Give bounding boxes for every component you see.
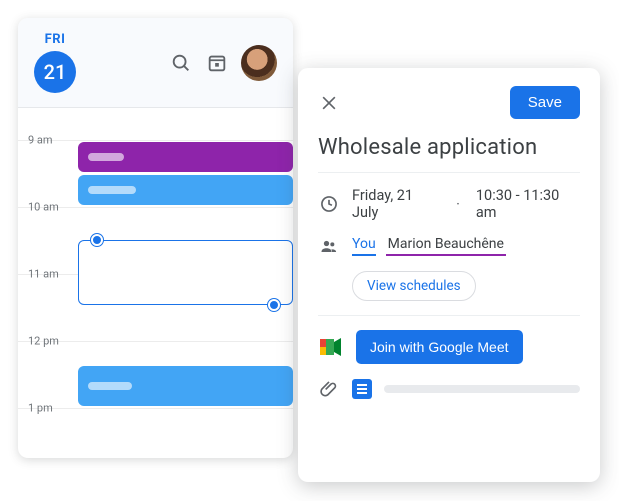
join-meet-button[interactable]: Join with Google Meet <box>356 330 523 364</box>
hour-label: 9 am <box>28 134 68 147</box>
divider <box>318 172 580 173</box>
hour-label: 11 am <box>28 268 68 281</box>
google-meet-icon <box>318 336 344 358</box>
guest-chips: You Marion Beauchêne <box>352 236 506 256</box>
calendar-event[interactable] <box>78 366 293 406</box>
search-icon[interactable] <box>169 51 193 75</box>
event-time-row[interactable]: Friday, 21 July · 10:30 - 11:30 am <box>318 187 580 221</box>
calendar-header: FRI 21 <box>18 18 293 108</box>
avatar[interactable] <box>241 45 277 81</box>
meet-row: Join with Google Meet <box>318 330 580 364</box>
timeline[interactable]: 9 am 10 am 11 am 12 pm 1 pm <box>18 108 293 458</box>
editor-header: Save <box>318 86 580 119</box>
date-indicator[interactable]: FRI 21 <box>34 32 76 93</box>
docs-icon[interactable] <box>352 379 372 399</box>
save-button[interactable]: Save <box>510 86 580 119</box>
separator-dot: · <box>456 196 460 213</box>
divider <box>318 315 580 316</box>
guest-other[interactable]: Marion Beauchêne <box>386 236 506 256</box>
day-of-week: FRI <box>45 32 66 47</box>
event-date: Friday, 21 July <box>352 187 440 221</box>
resize-handle-top[interactable] <box>91 234 103 246</box>
view-schedules-button[interactable]: View schedules <box>352 271 476 301</box>
close-icon[interactable] <box>318 92 340 114</box>
clock-icon <box>318 193 340 215</box>
calendar-event[interactable] <box>78 142 293 172</box>
guest-you[interactable]: You <box>352 236 376 256</box>
hour-label: 12 pm <box>28 335 68 348</box>
resize-handle-bottom[interactable] <box>268 299 280 311</box>
new-event-slot[interactable] <box>78 240 293 305</box>
event-time: 10:30 - 11:30 am <box>476 187 580 221</box>
hour-label: 1 pm <box>28 402 68 415</box>
date-number: 21 <box>34 51 76 93</box>
calendar-day-card: FRI 21 9 am 10 am 11 am 12 pm 1 pm <box>18 18 293 458</box>
hour-label: 10 am <box>28 201 68 214</box>
today-icon[interactable] <box>205 51 229 75</box>
guests-row[interactable]: You Marion Beauchêne <box>318 235 580 257</box>
people-icon <box>318 235 340 257</box>
calendar-event[interactable] <box>78 175 293 205</box>
attachment-row[interactable] <box>318 378 580 400</box>
attachment-placeholder <box>384 385 580 393</box>
event-editor: Save Wholesale application Friday, 21 Ju… <box>298 68 600 482</box>
attachment-icon <box>318 378 340 400</box>
event-title[interactable]: Wholesale application <box>318 135 580 160</box>
